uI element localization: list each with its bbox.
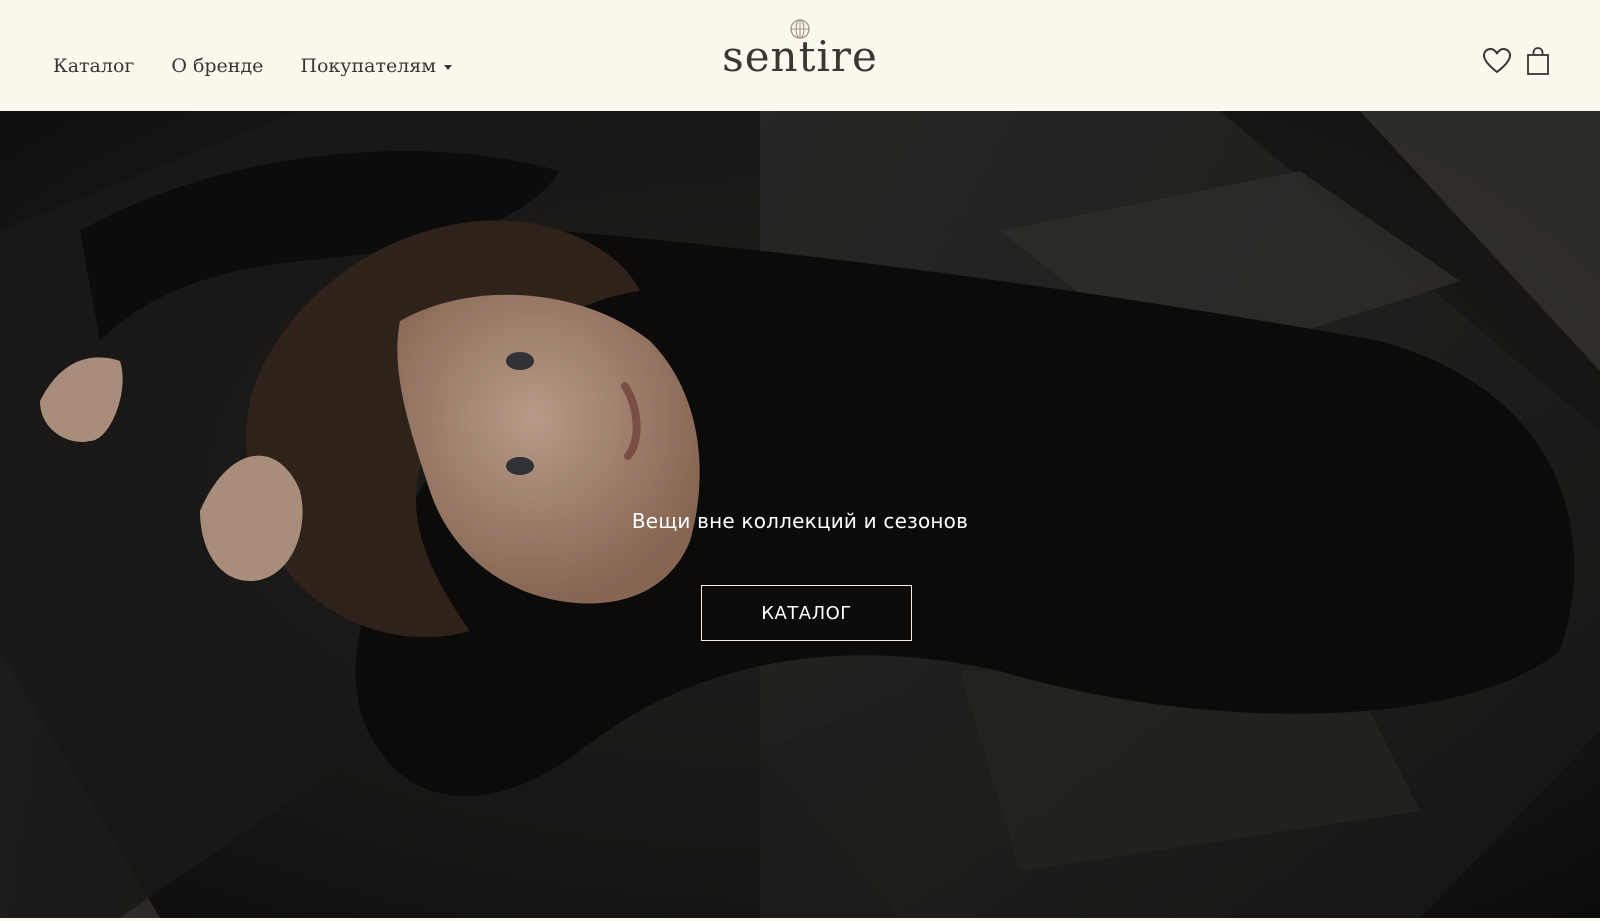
hero-tagline: Вещи вне коллекций и сезонов	[631, 509, 969, 533]
nav-about-label: О бренде	[171, 55, 264, 77]
logo-wordmark: sentire	[722, 32, 878, 81]
nav-about-link[interactable]: О бренде	[171, 55, 263, 77]
nav-customers-label: Покупателям	[300, 55, 437, 77]
nav-catalog-link[interactable]: Каталог	[53, 55, 134, 77]
nav-catalog-label: Каталог	[53, 55, 135, 77]
hero-banner: Вещи вне коллекций и сезонов КАТАЛОГ	[0, 111, 1600, 918]
catalog-button[interactable]: КАТАЛОГ	[701, 585, 912, 641]
nav-customers-dropdown[interactable]: Покупателям	[300, 55, 453, 77]
main-nav: Каталог О бренде Покупателям	[53, 55, 489, 77]
brand-logo[interactable]: sentire	[680, 14, 920, 94]
caret-down-icon	[444, 65, 453, 70]
heart-icon[interactable]	[1482, 47, 1512, 75]
header-actions	[1482, 46, 1550, 76]
site-header: Каталог О бренде Покупателям sentire	[0, 0, 1600, 111]
shopping-bag-icon[interactable]	[1526, 46, 1550, 76]
